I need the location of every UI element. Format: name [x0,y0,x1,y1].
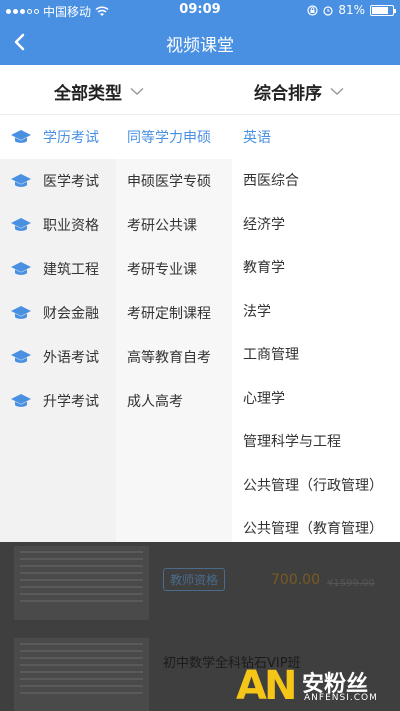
subject-item[interactable]: 西医综合 [232,159,400,203]
subject-item[interactable]: 公共管理（行政管理） [232,463,400,507]
graduation-cap-icon [10,129,32,145]
subcategory-list: 同等学力申硕 申硕医学专硕 考研公共课 考研专业课 考研定制课程 高等教育自考 成人高考 [116,115,232,542]
category-label: 财会金融 [43,306,99,322]
subject-item[interactable]: 管理科学与工程 [232,420,400,464]
subcategory-item[interactable]: 成人高考 [116,379,232,423]
nav-bar: 视频课堂 [0,20,400,65]
category-item[interactable]: 财会金融 [0,291,116,335]
subject-item[interactable]: 心理学 [232,376,400,420]
course-tag: 教师资格 [163,568,226,591]
graduation-cap-icon [10,217,32,233]
subcategory-item[interactable]: 考研定制课程 [116,291,232,335]
subject-item[interactable]: 法学 [232,289,400,333]
graduation-cap-icon [10,173,32,189]
chevron-down-icon [130,87,144,95]
category-item[interactable]: 外语考试 [0,335,116,379]
subcategory-item[interactable]: 考研专业课 [116,247,232,291]
subject-item[interactable]: 英语 [232,115,400,159]
type-filter-label: 全部类型 [54,84,122,104]
category-label: 升学考试 [43,394,99,410]
battery-icon [370,4,396,16]
category-item[interactable]: 医学考试 [0,159,116,203]
graduation-cap-icon [10,393,32,409]
alarm-icon [323,5,333,16]
watermark-en: ANFENSI.COM [304,693,378,703]
course-old-price: ¥1599.00 [327,578,375,589]
course-list-background: 教师资格 700.00 ¥1599.00 初中数学全科钻石VIP班 AN 安粉丝… [0,542,400,711]
category-item[interactable]: 升学考试 [0,379,116,423]
graduation-cap-icon [10,261,32,277]
subcategory-item[interactable]: 高等教育自考 [116,335,232,379]
subject-item[interactable]: 经济学 [232,202,400,246]
type-filter[interactable]: 全部类型 [54,79,144,104]
graduation-cap-icon [10,349,32,365]
category-item[interactable]: 建筑工程 [0,247,116,291]
subcategory-item[interactable]: 考研公共课 [116,203,232,247]
filter-bar: 全部类型 综合排序 [0,65,400,115]
category-item[interactable]: 学历考试 [0,115,116,159]
orientation-lock-icon [307,4,318,16]
chevron-down-icon [330,87,344,95]
category-label: 学历考试 [43,130,99,146]
subject-list: 英语 西医综合 经济学 教育学 法学 工商管理 心理学 管理科学与工程 公共管理（行政管理） 公共… [232,115,400,542]
status-right: 81% [307,3,396,17]
status-bar: 中国移动 09:09 81% [0,0,400,20]
sort-filter-label: 综合排序 [254,84,322,104]
subject-item[interactable]: 工商管理 [232,333,400,377]
watermark-mark: AN [236,663,297,709]
category-label: 建筑工程 [43,262,99,278]
watermark-logo: AN 安粉丝 ANFENSI.COM [236,664,396,708]
course-price: 700.00 [271,572,320,588]
category-label: 医学考试 [43,174,99,190]
subcategory-item[interactable]: 同等学力申硕 [116,115,232,159]
course-thumbnail [14,638,149,711]
battery-percent: 81% [338,3,365,17]
category-list: 学历考试医学考试职业资格建筑工程财会金融外语考试升学考试 [0,115,116,542]
category-label: 外语考试 [43,350,99,366]
subject-item[interactable]: 教育学 [232,246,400,290]
subcategory-item[interactable]: 申硕医学专硕 [116,159,232,203]
sort-filter[interactable]: 综合排序 [254,79,344,104]
graduation-cap-icon [10,305,32,321]
page-title: 视频课堂 [166,36,234,56]
category-label: 职业资格 [43,218,99,234]
course-thumbnail [14,546,149,620]
category-item[interactable]: 职业资格 [0,203,116,247]
